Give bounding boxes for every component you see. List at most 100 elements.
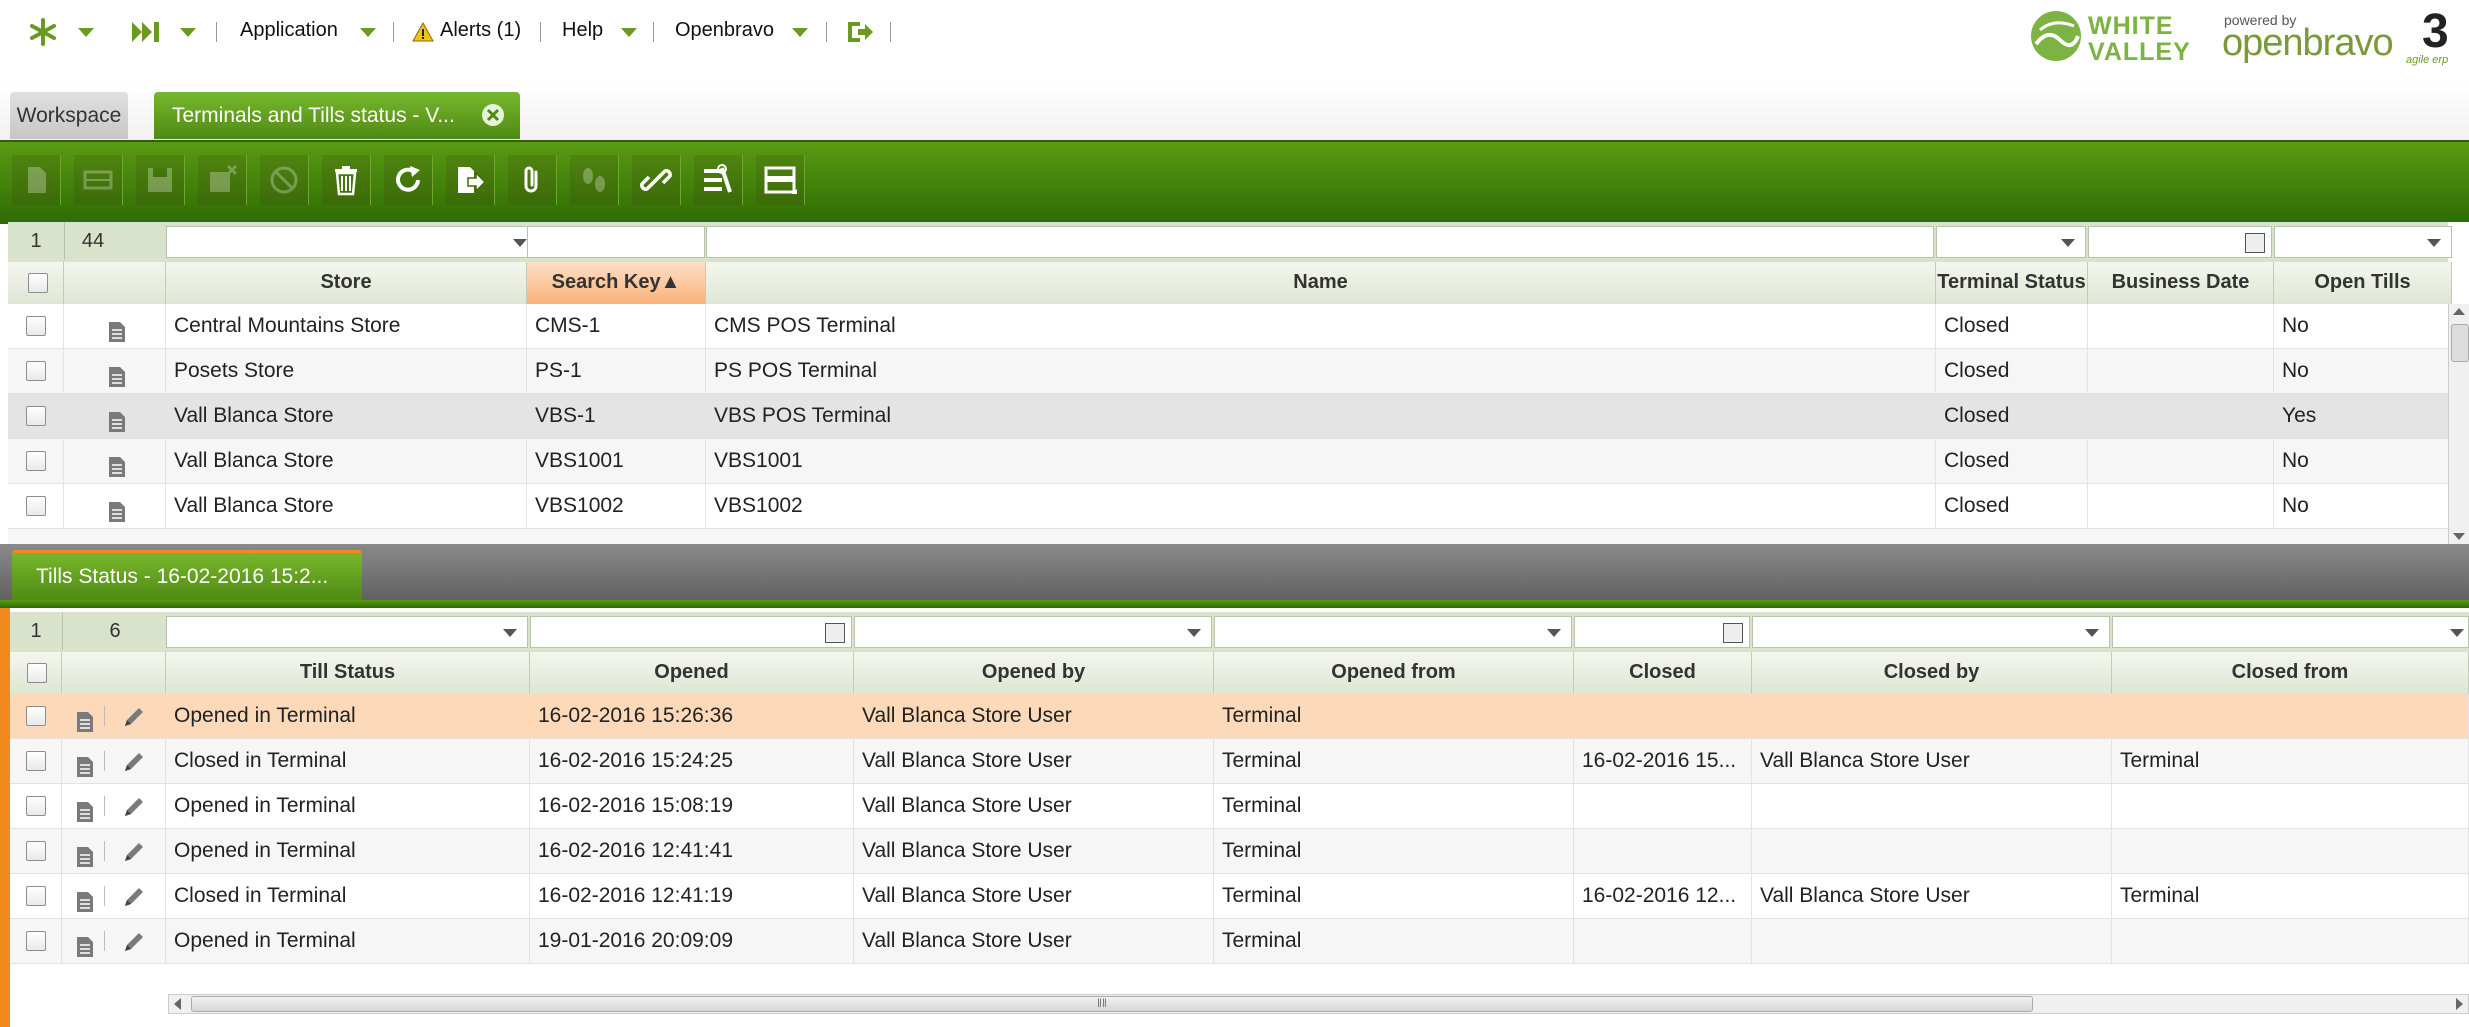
name-filter[interactable]: [706, 226, 1934, 258]
chevron-down-icon[interactable]: [2450, 629, 2464, 637]
document-icon[interactable]: [76, 840, 94, 873]
row-checkbox[interactable]: [26, 316, 46, 336]
row-checkbox[interactable]: [26, 406, 46, 426]
opened-by-filter[interactable]: [854, 616, 1212, 648]
till-status-filter[interactable]: [166, 616, 528, 648]
alerts-link[interactable]: Alerts (1): [440, 19, 521, 42]
save-close-button[interactable]: [198, 155, 247, 205]
table-row[interactable]: Posets Store PS-1 PS POS Terminal Closed No: [8, 349, 2448, 394]
row-checkbox[interactable]: [26, 931, 46, 951]
terminal-status-filter[interactable]: [1936, 226, 2086, 258]
table-row[interactable]: Opened in Terminal 19-01-2016 20:09:09 Val…: [10, 919, 2469, 964]
chevron-down-icon[interactable]: [513, 239, 527, 247]
quick-create-icon[interactable]: [130, 20, 162, 49]
scroll-thumb[interactable]: [2451, 324, 2469, 362]
undo-button[interactable]: [260, 155, 309, 205]
user-profile-menu[interactable]: Openbravo: [675, 19, 774, 42]
document-icon[interactable]: [108, 450, 126, 483]
closed-header[interactable]: Closed: [1574, 652, 1752, 694]
scroll-left-icon[interactable]: [174, 998, 181, 1010]
closed-by-header[interactable]: Closed by: [1752, 652, 2112, 694]
quick-create-dropdown-icon[interactable]: [180, 28, 196, 37]
closed-filter[interactable]: [1574, 616, 1750, 648]
row-checkbox[interactable]: [26, 886, 46, 906]
open-tills-filter[interactable]: [2274, 226, 2452, 258]
chevron-down-icon[interactable]: [1547, 629, 1561, 637]
table-row[interactable]: Opened in Terminal 16-02-2016 15:26:36 Val…: [10, 694, 2469, 739]
document-icon[interactable]: [76, 795, 94, 828]
edit-pencil-icon[interactable]: [120, 703, 146, 738]
chevron-down-icon[interactable]: [2085, 629, 2099, 637]
closed-from-header[interactable]: Closed from: [2112, 652, 2469, 694]
open-tills-header[interactable]: Open Tills: [2274, 262, 2452, 304]
edit-pencil-icon[interactable]: [120, 928, 146, 963]
new-document-button[interactable]: [12, 155, 61, 205]
store-filter[interactable]: [166, 226, 538, 258]
tools-button[interactable]: [694, 155, 743, 205]
quick-launch-icon[interactable]: [28, 17, 58, 52]
document-icon[interactable]: [108, 405, 126, 438]
scroll-right-icon[interactable]: [2456, 998, 2463, 1010]
link-button[interactable]: [632, 155, 681, 205]
table-row[interactable]: Vall Blanca Store VBS1002 VBS1002 Closed No: [8, 484, 2448, 529]
calendar-icon[interactable]: [2245, 233, 2265, 253]
select-all-checkbox[interactable]: [28, 273, 48, 293]
business-date-header[interactable]: Business Date: [2088, 262, 2274, 304]
grid-view-button[interactable]: [756, 155, 805, 205]
tab-workspace[interactable]: Workspace: [10, 92, 128, 139]
close-tab-icon[interactable]: [482, 104, 504, 126]
save-button[interactable]: [136, 155, 185, 205]
tab-terminals-tills-status[interactable]: Terminals and Tills status - V...: [154, 92, 520, 139]
business-date-filter[interactable]: [2088, 226, 2272, 258]
table-row[interactable]: Opened in Terminal 16-02-2016 15:08:19 Val…: [10, 784, 2469, 829]
till-status-header[interactable]: Till Status: [166, 652, 530, 694]
document-icon[interactable]: [76, 930, 94, 963]
search-key-header[interactable]: Search Key▲: [527, 262, 706, 304]
horizontal-scroll-thumb[interactable]: ‖‖: [191, 996, 2033, 1012]
calendar-icon[interactable]: [825, 623, 845, 643]
help-dropdown-icon[interactable]: [621, 28, 637, 37]
subtab-tills-status[interactable]: Tills Status - 16-02-2016 15:2...: [12, 550, 362, 601]
edit-pencil-icon[interactable]: [120, 793, 146, 828]
user-profile-dropdown-icon[interactable]: [792, 28, 808, 37]
chevron-down-icon[interactable]: [503, 629, 517, 637]
scroll-down-icon[interactable]: [2453, 533, 2465, 540]
table-row[interactable]: Vall Blanca Store VBS-1 VBS POS Terminal Cl…: [8, 394, 2448, 439]
export-button[interactable]: [446, 155, 495, 205]
opened-from-header[interactable]: Opened from: [1214, 652, 1574, 694]
table-row[interactable]: Opened in Terminal 16-02-2016 12:41:41 Val…: [10, 829, 2469, 874]
row-checkbox[interactable]: [26, 361, 46, 381]
audit-trail-button[interactable]: [570, 155, 619, 205]
new-row-button[interactable]: [74, 155, 123, 205]
opened-header[interactable]: Opened: [530, 652, 854, 694]
calendar-icon[interactable]: [1723, 623, 1743, 643]
search-key-filter[interactable]: [527, 226, 705, 258]
warning-icon[interactable]: [412, 21, 434, 47]
document-icon[interactable]: [108, 315, 126, 348]
tills-select-all-checkbox[interactable]: [27, 663, 47, 683]
opened-by-header[interactable]: Opened by: [854, 652, 1214, 694]
document-icon[interactable]: [76, 750, 94, 783]
document-icon[interactable]: [108, 495, 126, 528]
vertical-scrollbar[interactable]: [2448, 304, 2469, 544]
document-icon[interactable]: [76, 885, 94, 918]
row-checkbox[interactable]: [26, 496, 46, 516]
row-checkbox[interactable]: [26, 796, 46, 816]
application-dropdown-icon[interactable]: [360, 28, 376, 37]
scroll-up-icon[interactable]: [2453, 308, 2465, 315]
edit-pencil-icon[interactable]: [120, 838, 146, 873]
opened-from-filter[interactable]: [1214, 616, 1572, 648]
table-row[interactable]: Central Mountains Store CMS-1 CMS POS Term…: [8, 304, 2448, 349]
chevron-down-icon[interactable]: [2427, 239, 2441, 247]
store-header[interactable]: Store: [166, 262, 527, 304]
row-checkbox[interactable]: [26, 706, 46, 726]
delete-button[interactable]: [322, 155, 371, 205]
table-row[interactable]: Vall Blanca Store VBS1001 VBS1001 Closed No: [8, 439, 2448, 484]
row-checkbox[interactable]: [26, 751, 46, 771]
application-menu[interactable]: Application: [240, 19, 338, 42]
logout-icon[interactable]: [846, 20, 874, 49]
name-header[interactable]: Name: [706, 262, 1936, 304]
opened-filter[interactable]: [530, 616, 852, 648]
refresh-button[interactable]: [384, 155, 433, 205]
chevron-down-icon[interactable]: [2061, 239, 2075, 247]
